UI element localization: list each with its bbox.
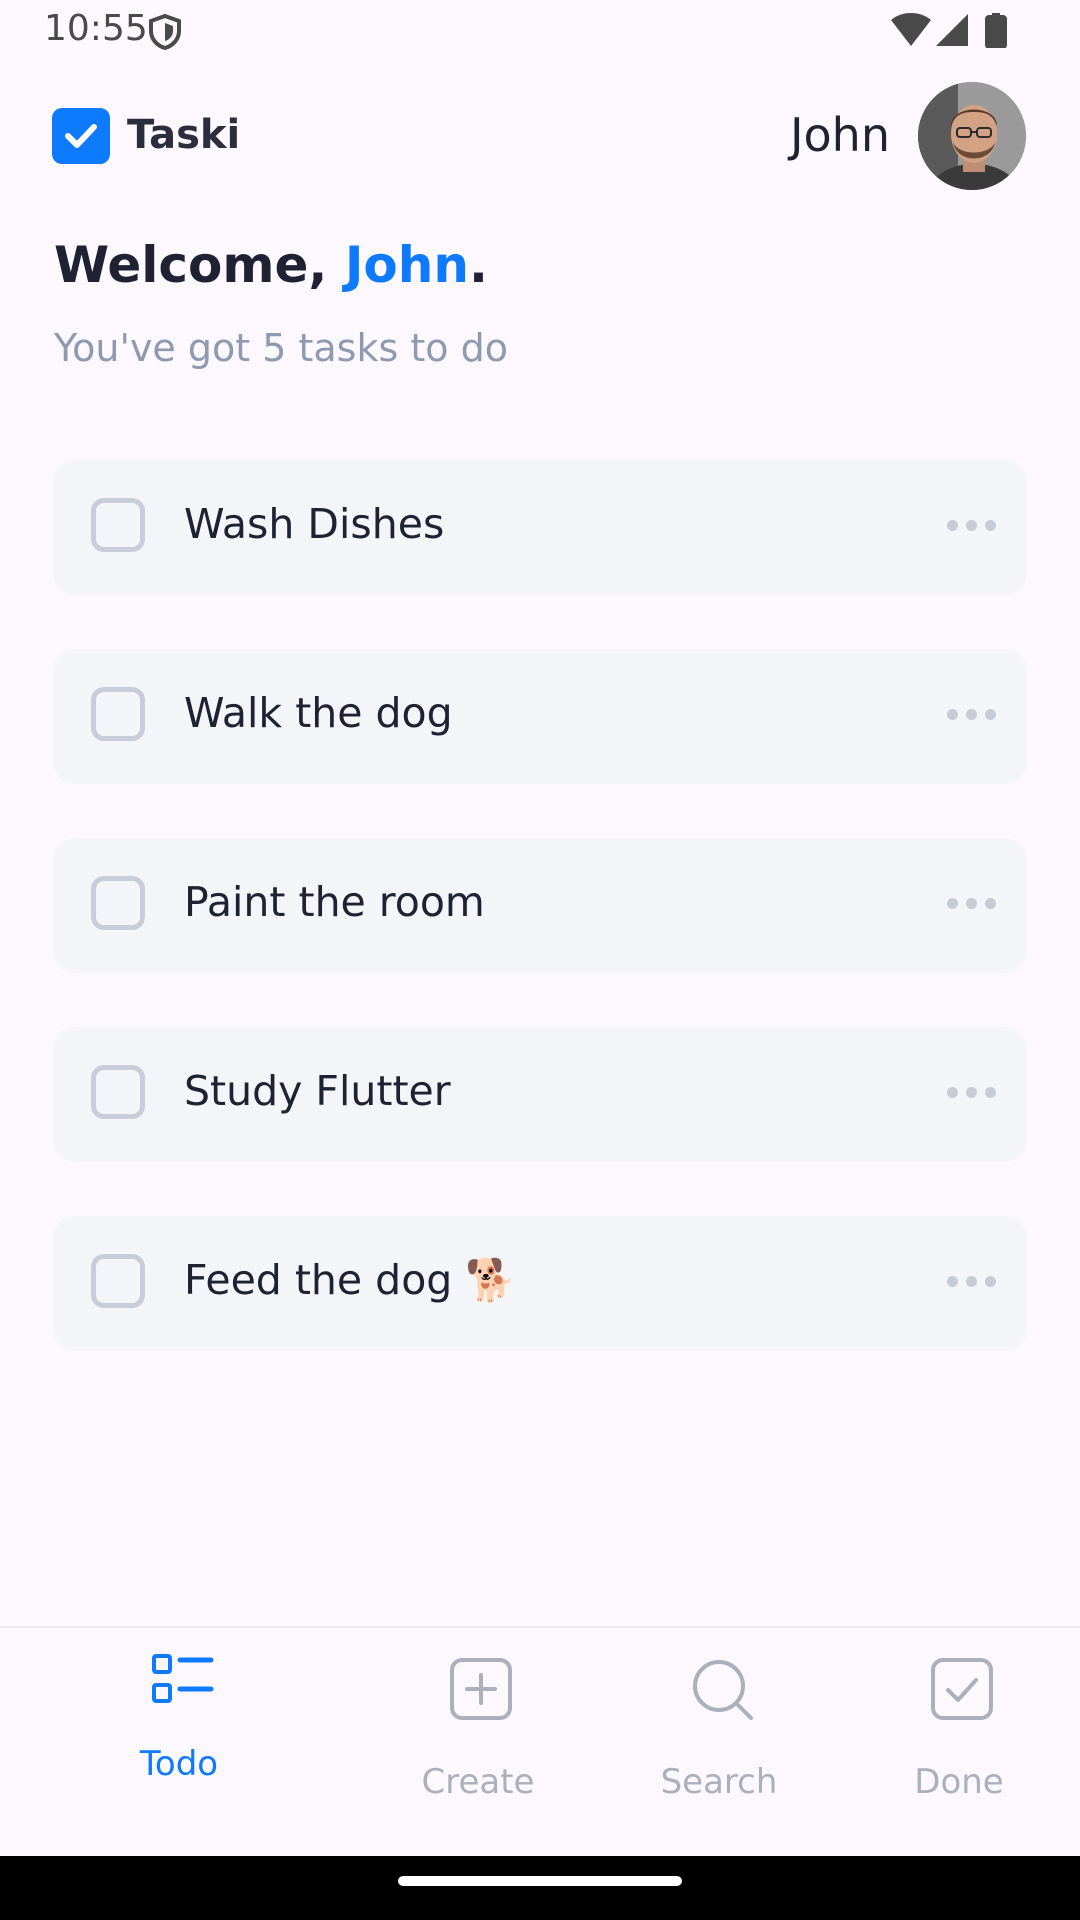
task-item[interactable]: Feed the dog 🐕 [53, 1216, 1027, 1351]
task-item[interactable]: Walk the dog [53, 649, 1027, 784]
task-title: Study Flutter [184, 1067, 451, 1115]
battery-icon [985, 13, 1007, 48]
nav-label: Done [914, 1762, 1004, 1802]
task-title: Feed the dog 🐕 [184, 1256, 517, 1304]
user-name[interactable]: John [760, 108, 890, 162]
check-square-icon [931, 1658, 993, 1720]
task-title: Paint the room [184, 878, 485, 926]
avatar[interactable] [918, 82, 1026, 190]
welcome-greeting: Welcome, [54, 236, 345, 294]
status-bar: 10:55 [0, 0, 1080, 64]
more-options-icon[interactable] [947, 1274, 997, 1290]
nav-search[interactable]: Search [619, 1628, 819, 1828]
nav-create[interactable]: Create [378, 1628, 578, 1828]
home-gesture-handle[interactable] [398, 1876, 682, 1886]
screen: 10:55 Taski John Welcome, John. You've g… [0, 0, 1080, 1920]
more-options-icon[interactable] [947, 896, 997, 912]
nav-label: Search [660, 1762, 778, 1802]
signal-icon [936, 14, 968, 46]
task-item[interactable]: Paint the room [53, 838, 1027, 973]
task-checkbox[interactable] [91, 876, 145, 930]
task-item[interactable]: Study Flutter [53, 1027, 1027, 1162]
welcome-punctuation: . [468, 236, 488, 294]
more-options-icon[interactable] [947, 1085, 997, 1101]
more-options-icon[interactable] [947, 707, 997, 723]
nav-label: Create [421, 1762, 535, 1802]
task-list: Wash Dishes Walk the dog Paint the room … [53, 460, 1027, 1405]
nav-todo[interactable]: Todo [79, 1628, 279, 1828]
bottom-navigation: Todo Create Search Done [0, 1626, 1080, 1858]
task-checkbox[interactable] [91, 1254, 145, 1308]
app-name: Taski [127, 112, 241, 158]
task-title: Wash Dishes [184, 500, 445, 548]
task-count-subtitle: You've got 5 tasks to do [54, 326, 508, 370]
task-item[interactable]: Wash Dishes [53, 460, 1027, 595]
plus-square-icon [450, 1658, 512, 1720]
user-avatar-image [918, 82, 1026, 190]
todo-list-icon [152, 1654, 214, 1703]
status-time: 10:55 [44, 8, 148, 49]
task-checkbox[interactable] [91, 687, 145, 741]
system-navigation-bar [0, 1856, 1080, 1920]
search-icon [693, 1660, 753, 1720]
welcome-heading: Welcome, John. [54, 236, 488, 294]
task-title: Walk the dog [184, 689, 453, 737]
app-logo [52, 108, 110, 164]
nav-done[interactable]: Done [859, 1628, 1059, 1828]
shield-icon [149, 14, 181, 50]
task-checkbox[interactable] [91, 498, 145, 552]
nav-label: Todo [139, 1744, 219, 1784]
more-options-icon[interactable] [947, 518, 997, 534]
welcome-name: John [344, 236, 469, 294]
checkmark-icon [65, 124, 97, 148]
wifi-icon [891, 13, 931, 46]
task-checkbox[interactable] [91, 1065, 145, 1119]
